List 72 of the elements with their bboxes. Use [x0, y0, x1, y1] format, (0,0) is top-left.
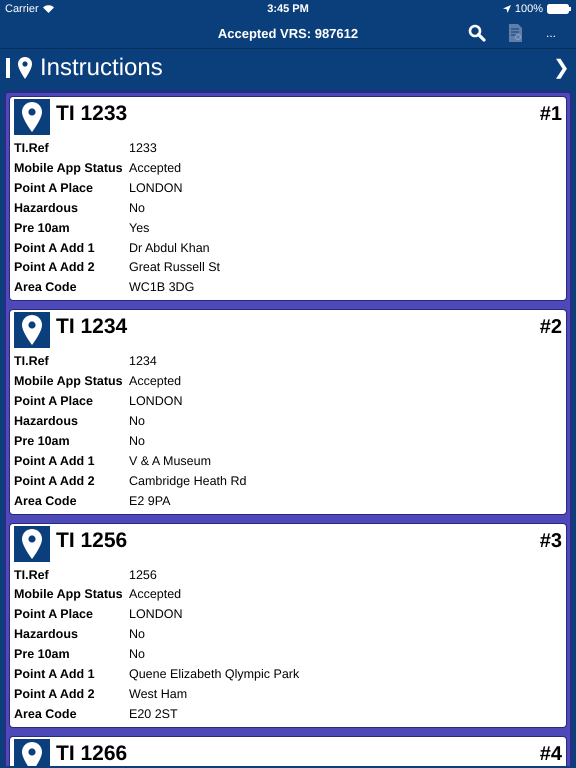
location-arrow-icon — [502, 5, 511, 13]
field-value: Accepted — [129, 373, 182, 390]
location-pin-icon — [14, 99, 50, 135]
battery-icon — [547, 4, 571, 14]
field-label: Point A Add 1 — [14, 452, 96, 470]
location-pin-icon — [14, 526, 50, 562]
field-label: Point A Add 2 — [14, 259, 96, 276]
field-label: Area Code — [14, 279, 78, 296]
field-label: Pre 10am — [14, 220, 71, 237]
field-value: E2 9PA — [129, 492, 172, 510]
field-label: Pre 10am — [14, 432, 71, 450]
field-label: Area Code — [14, 492, 78, 510]
more-button[interactable]: ... — [546, 26, 556, 40]
field-value: Accepted — [129, 586, 182, 604]
card-title: TI 1256 — [56, 528, 128, 554]
card-number: #1 — [540, 102, 562, 127]
field-value: No — [129, 432, 146, 450]
field-value: Accepted — [129, 160, 182, 177]
location-pin-icon — [14, 312, 50, 348]
next-chevron-button[interactable]: ❯ — [553, 55, 570, 80]
document-search-button[interactable] — [508, 23, 524, 43]
nav-title: Accepted VRS: 987612 — [218, 26, 358, 40]
field-label: Point A Place — [14, 180, 94, 197]
section-title: Instructions — [40, 54, 164, 82]
field-label: Hazardous — [14, 626, 79, 644]
field-label: TI.Ref — [14, 566, 50, 584]
field-label: Hazardous — [14, 412, 79, 430]
field-value: Cambridge Heath Rd — [129, 472, 248, 490]
field-value: Dr Abdul Khan — [129, 240, 211, 257]
field-value: LONDON — [129, 393, 184, 410]
card-title: TI 1234 — [56, 314, 128, 340]
card-title: TI 1233 — [56, 101, 128, 127]
field-label: Mobile App Status — [14, 160, 124, 177]
field-label: Point A Add 1 — [14, 666, 96, 684]
field-label: Pre 10am — [14, 646, 71, 664]
card-number: #3 — [540, 528, 562, 554]
field-value: Great Russell St — [129, 259, 222, 276]
field-value: No — [129, 412, 146, 430]
field-value: WC1B 3DG — [129, 279, 196, 296]
field-value: LONDON — [129, 180, 184, 197]
field-value: West Ham — [129, 686, 188, 703]
field-value: No — [129, 200, 146, 217]
field-value: 1256 — [129, 566, 158, 584]
carrier-label: Carrier — [5, 3, 39, 15]
location-pin-icon — [18, 56, 32, 78]
field-label: Mobile App Status — [14, 586, 124, 604]
field-value: LONDON — [129, 606, 184, 624]
wifi-icon — [42, 5, 54, 13]
field-label: Hazardous — [14, 200, 79, 217]
field-value: 1233 — [129, 140, 158, 157]
field-value: Quene Elizabeth Qlympic Park — [129, 666, 300, 684]
field-value: No — [129, 646, 146, 664]
field-value: E20 2ST — [129, 706, 179, 723]
field-value: Yes — [129, 220, 150, 237]
field-label: Point A Add 1 — [14, 240, 96, 257]
battery-percent: 100% — [514, 3, 543, 15]
field-value: V & A Museum — [129, 452, 212, 470]
clock-time: 3:45 PM — [267, 3, 309, 15]
field-label: Point A Place — [14, 393, 94, 410]
field-label: TI.Ref — [14, 140, 50, 157]
card-title: TI 1266 — [56, 740, 128, 766]
field-value: No — [129, 626, 146, 644]
field-label: Point A Add 2 — [14, 472, 96, 490]
field-value: 1234 — [129, 353, 158, 370]
field-label: TI.Ref — [14, 353, 50, 370]
field-label: Area Code — [14, 706, 78, 723]
search-button[interactable] — [468, 24, 486, 42]
field-label: Point A Place — [14, 606, 94, 624]
card-number: #4 — [540, 742, 562, 766]
field-label: Mobile App Status — [14, 373, 124, 390]
field-label: Point A Add 2 — [14, 686, 96, 703]
card-number: #2 — [540, 315, 562, 340]
